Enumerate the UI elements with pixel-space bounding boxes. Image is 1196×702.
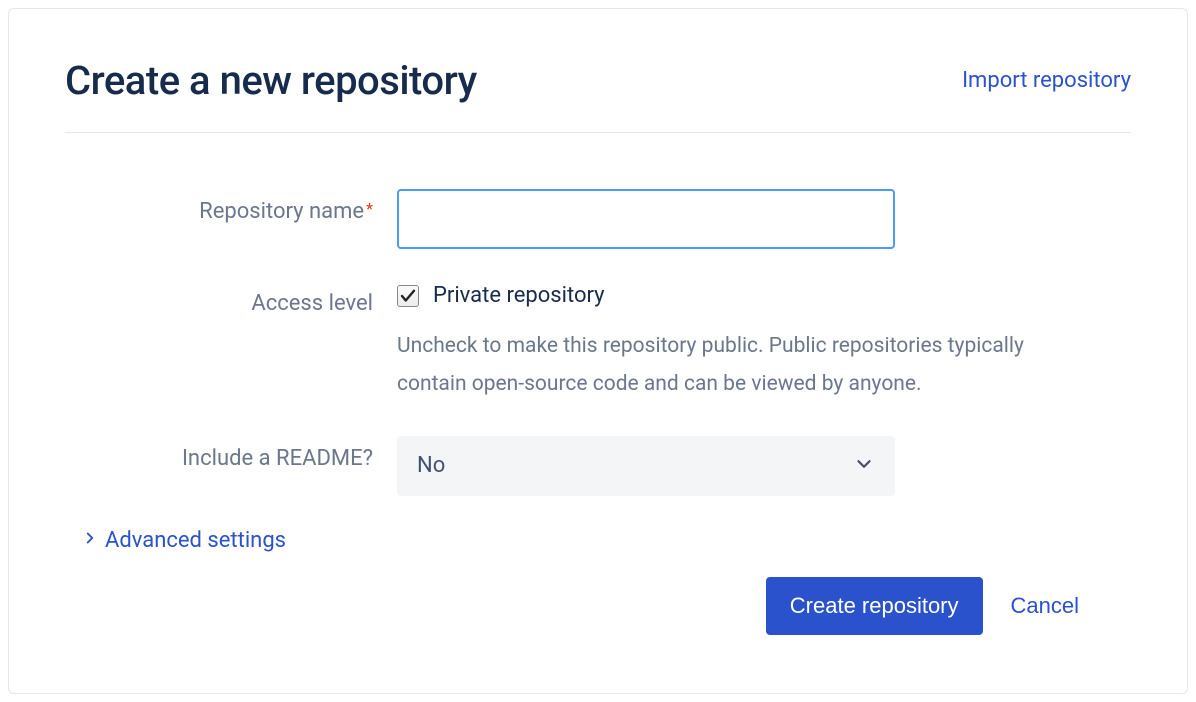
- access-level-label-col: Access level: [65, 281, 397, 316]
- panel-header: Create a new repository Import repositor…: [65, 57, 1131, 133]
- create-repo-panel: Create a new repository Import repositor…: [8, 8, 1188, 694]
- access-level-row: Access level Private repository Uncheck …: [65, 281, 1131, 404]
- readme-label: Include a README?: [182, 446, 373, 471]
- checkmark-icon: [399, 287, 417, 305]
- readme-row: Include a README? No: [65, 436, 1131, 496]
- access-level-help-text: Uncheck to make this repository public. …: [397, 328, 1097, 404]
- repo-name-label-col: Repository name*: [65, 189, 397, 224]
- repo-name-label: Repository name: [199, 199, 364, 224]
- cancel-button[interactable]: Cancel: [1011, 593, 1079, 619]
- action-buttons: Create repository Cancel: [766, 577, 1079, 635]
- repo-name-input[interactable]: [397, 189, 895, 249]
- access-level-label: Access level: [251, 291, 373, 316]
- readme-select-value: No: [417, 453, 445, 478]
- advanced-settings-toggle[interactable]: Advanced settings: [81, 528, 1131, 553]
- page-title: Create a new repository: [65, 57, 477, 104]
- access-level-control-col: Private repository Uncheck to make this …: [397, 281, 1131, 404]
- readme-control-col: No: [397, 436, 1131, 496]
- private-repository-checkbox[interactable]: [397, 285, 419, 307]
- chevron-right-icon: [81, 529, 99, 551]
- chevron-down-icon: [853, 453, 875, 479]
- required-indicator: *: [366, 199, 373, 218]
- readme-label-col: Include a README?: [65, 436, 397, 471]
- advanced-settings-label: Advanced settings: [105, 528, 286, 553]
- import-repository-link[interactable]: Import repository: [962, 68, 1131, 93]
- repo-name-row: Repository name*: [65, 189, 1131, 249]
- create-repository-button[interactable]: Create repository: [766, 577, 983, 635]
- readme-select[interactable]: No: [397, 436, 895, 496]
- private-checkbox-row: Private repository: [397, 281, 1131, 308]
- private-repository-label: Private repository: [433, 283, 605, 308]
- repo-name-control-col: [397, 189, 1131, 249]
